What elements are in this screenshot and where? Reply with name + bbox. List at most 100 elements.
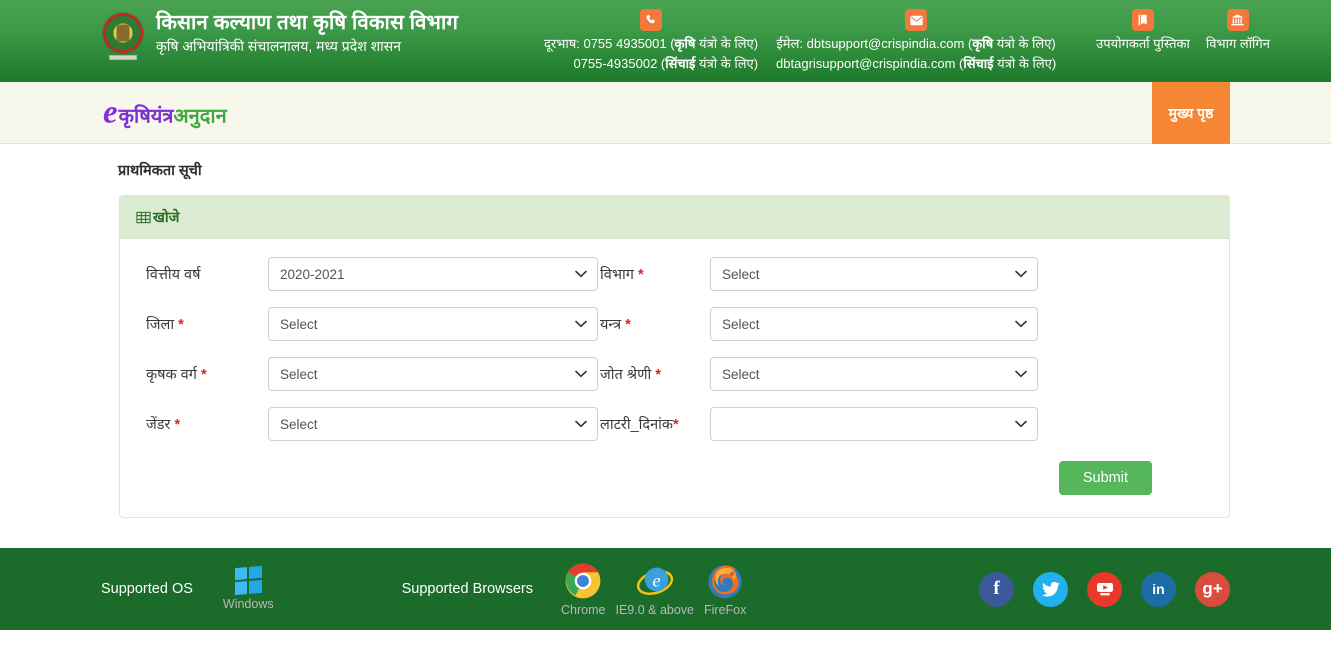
windows-icon [234,565,262,596]
phone-line-1: दूरभाष: 0755 4935001 (कृषि यंत्रो के लिए… [544,36,759,51]
firefox-icon [706,562,744,600]
land-category-select-wrap[interactable]: Select [710,357,1038,391]
form-row: वित्तीय वर्ष 2020-2021 विभाग * Select [120,257,1229,291]
header-contact-group: दूरभाष: 0755 4935001 (कृषि यंत्रो के लिए… [544,8,1056,74]
internet-explorer-icon: e [636,562,674,600]
required-asterisk: * [637,267,644,283]
site-logo[interactable]: e कृषियंत्र अनुदान [103,96,227,129]
gender-select-wrap[interactable]: Select [268,407,598,441]
supported-browsers-caption: Supported Browsers [401,581,533,597]
required-asterisk: * [673,417,679,433]
field-financial-year: वित्तीय वर्ष 2020-2021 [120,257,600,291]
email-line-2: dbtagrisupport@crispindia.com (सिंचाई यं… [776,56,1057,71]
field-label: लाटरी_दिनांक* [600,417,679,433]
social-links: f in g+ [979,571,1230,607]
logo-bar: e कृषियंत्र अनुदान मुख्य पृष्ठ [0,82,1331,144]
page-title: प्राथमिकता सूची [118,163,202,179]
financial-year-select[interactable]: 2020-2021 [268,257,598,291]
user-manual-label: उपयोगकर्ता पुस्तिका [1096,36,1190,51]
windows-os-item: Windows [222,565,274,611]
submit-row: Submit [120,461,1229,495]
site-footer: Supported OS Windows Supported Browsers [0,548,1331,630]
field-gender: जेंडर * Select [120,407,600,441]
svg-text:e: e [652,570,660,590]
form-row: जेंडर * Select लाटरी_दिनांक* [120,407,1229,441]
lottery-date-select-wrap[interactable] [710,407,1038,441]
search-panel-header: खोजे [120,196,1229,239]
supported-os-caption: Supported OS [101,581,193,597]
firefox-label: FireFox [704,602,747,617]
machine-select[interactable]: Select [710,307,1038,341]
field-farmer-category: कृषक वर्ग * Select [120,357,600,391]
required-asterisk: * [200,367,207,383]
twitter-icon[interactable] [1033,571,1068,607]
ie-label: IE9.0 & above [615,602,694,617]
linkedin-glyph: in [1152,581,1165,597]
supported-os-block: Supported OS Windows [0,565,274,611]
book-icon [1132,9,1154,31]
linkedin-icon[interactable]: in [1141,571,1176,607]
phone-icon [640,9,663,31]
farmer-category-select[interactable]: Select [268,357,598,391]
googleplus-icon[interactable]: g+ [1195,571,1230,607]
site-header: किसान कल्याण तथा कृषि विकास विभाग कृषि अ… [0,0,1331,82]
browser-firefox: FireFox [704,562,746,617]
field-district: जिला * Select [120,307,600,341]
phone-contact: दूरभाष: 0755 4935001 (कृषि यंत्रो के लिए… [544,9,758,74]
home-button[interactable]: मुख्य पृष्ठ [1152,82,1230,144]
required-asterisk: * [178,317,184,333]
browser-chrome: Chrome [561,562,605,617]
required-asterisk: * [655,367,662,383]
grid-icon [136,210,151,225]
district-select[interactable]: Select [268,307,598,341]
logo-e-letter: e [103,94,118,130]
email-line-1: ईमेल: dbtsupport@crispindia.com (कृषि यं… [776,36,1056,51]
search-panel: खोजे वित्तीय वर्ष 2020-2021 विभाग * Sele… [119,195,1230,518]
mail-icon [905,9,928,31]
department-login-label: विभाग लॉगिन [1205,36,1270,51]
field-machine: यन्त्र * Select [600,307,1070,341]
brand-block: किसान कल्याण तथा कृषि विकास विभाग कृषि अ… [0,8,458,60]
user-manual-link[interactable]: उपयोगकर्ता पुस्तिका [1096,9,1190,54]
gender-select[interactable]: Select [268,407,598,441]
email-contact: ईमेल: dbtsupport@crispindia.com (कृषि यं… [776,9,1056,74]
facebook-icon[interactable]: f [979,571,1014,607]
facebook-glyph: f [993,578,1000,599]
windows-label: Windows [222,597,274,611]
submit-button[interactable]: Submit [1058,461,1152,495]
main-content: प्राथमिकता सूची खोजे वित्तीय वर्ष 2020-2… [0,144,1331,548]
youtube-icon[interactable] [1087,571,1122,607]
search-panel-body: वित्तीय वर्ष 2020-2021 विभाग * Select जि… [120,239,1229,517]
org-subtitle: कृषि अभियांत्रिकी संचालनालय, मध्य प्रदेश… [156,38,401,54]
form-row: कृषक वर्ग * Select जोत श्रेणी * Select [120,357,1229,391]
header-links: उपयोगकर्ता पुस्तिका विभाग लॉगिन [1080,8,1270,54]
org-title: किसान कल्याण तथा कृषि विकास विभाग [156,11,458,34]
department-select-wrap[interactable]: Select [710,257,1038,291]
department-login-link[interactable]: विभाग लॉगिन [1206,9,1270,54]
field-land-category: जोत श्रेणी * Select [600,357,1070,391]
farmer-category-select-wrap[interactable]: Select [268,357,598,391]
chrome-icon [564,562,602,600]
required-asterisk: * [625,317,631,333]
district-select-wrap[interactable]: Select [268,307,598,341]
supported-browsers-block: Supported Browsers Chrome e IE9.0 & abov… [401,562,746,617]
field-department: विभाग * Select [600,257,1070,291]
financial-year-select-wrap[interactable]: 2020-2021 [268,257,598,291]
lottery-date-select[interactable] [710,407,1038,441]
logo-part-two: अनुदान [173,105,227,127]
field-label: जोत श्रेणी * [600,367,662,383]
bank-icon [1226,9,1249,31]
department-select[interactable]: Select [710,257,1038,291]
field-label: जेंडर * [146,417,181,433]
form-row: जिला * Select यन्त्र * Select [120,307,1229,341]
search-panel-title: खोजे [153,210,180,226]
field-label: वित्तीय वर्ष [146,267,201,283]
field-label: विभाग * [600,267,644,283]
field-label: जिला * [146,317,184,333]
googleplus-glyph: g+ [1202,579,1223,598]
machine-select-wrap[interactable]: Select [710,307,1038,341]
land-category-select[interactable]: Select [710,357,1038,391]
field-label: यन्त्र * [600,317,631,333]
phone-line-2: 0755-4935002 (सिंचाई यंत्रो के लिए) [573,56,759,71]
chrome-label: Chrome [561,602,606,617]
